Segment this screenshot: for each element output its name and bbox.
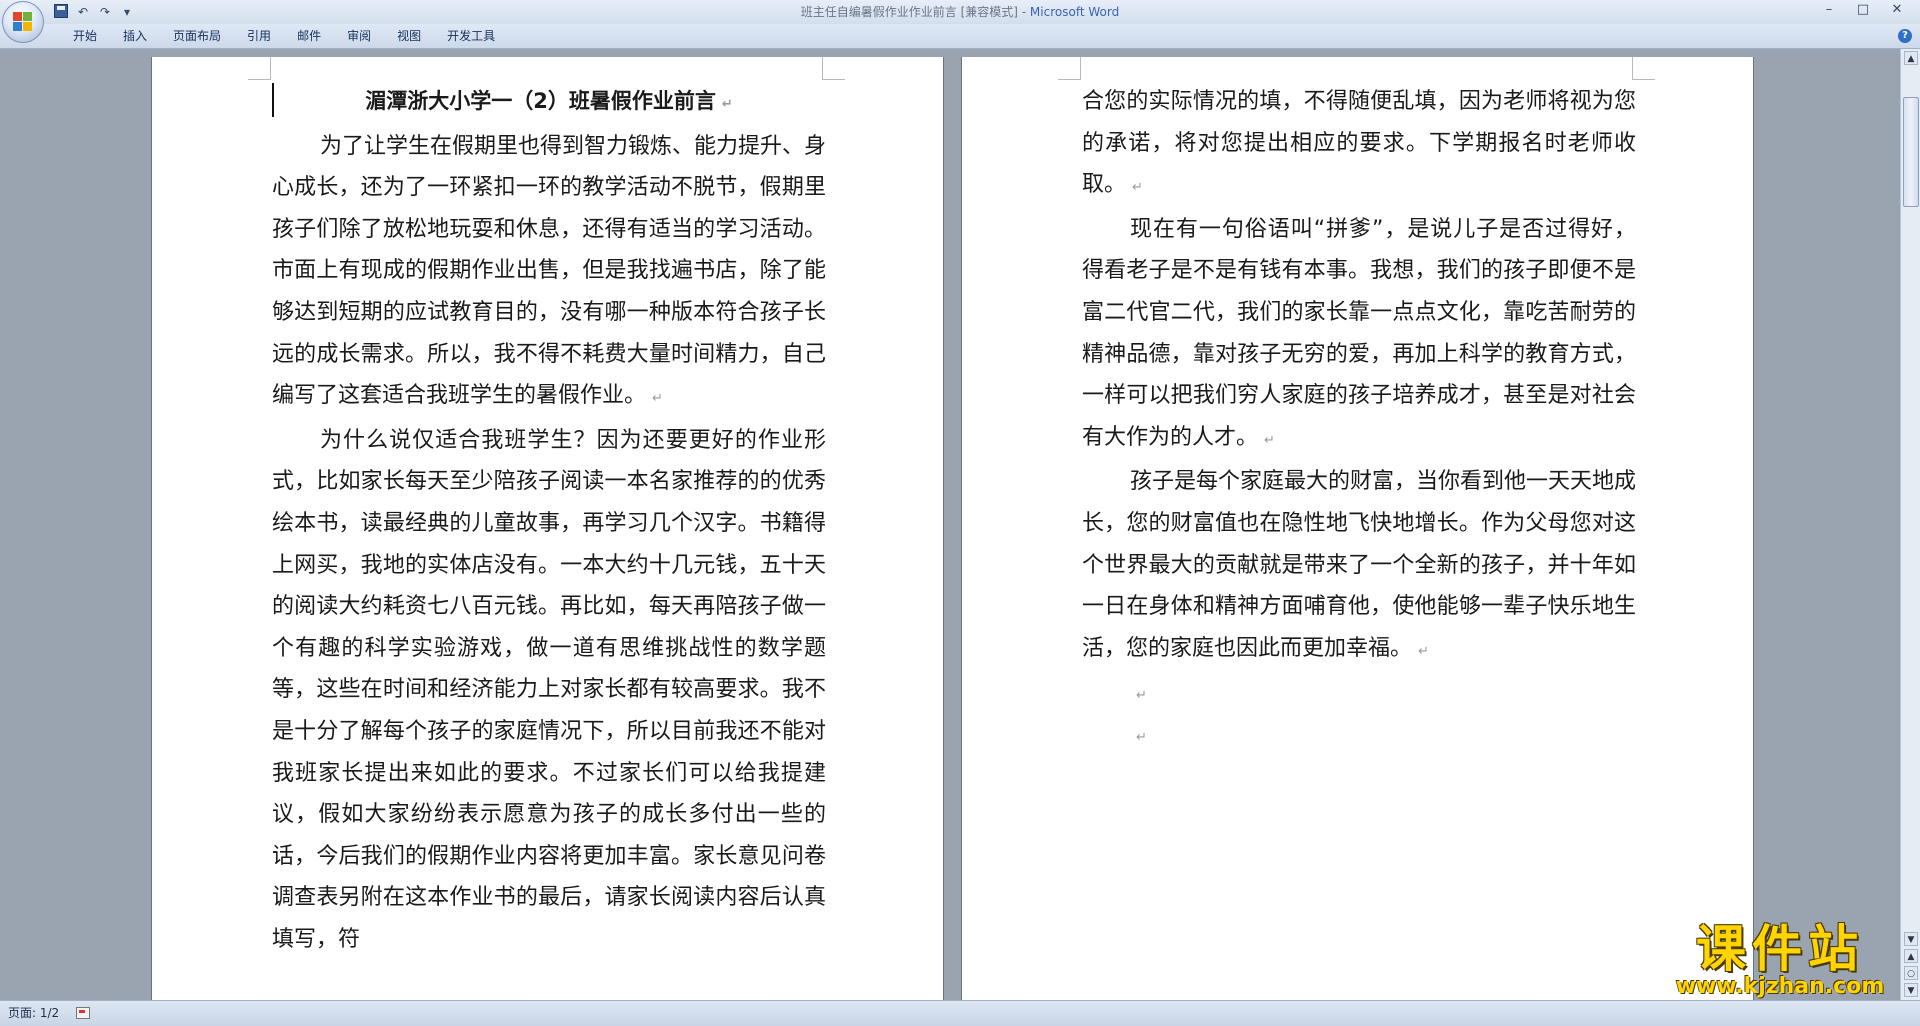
tab-insert[interactable]: 插入 <box>110 24 160 48</box>
tab-mailings[interactable]: 邮件 <box>284 24 334 48</box>
office-button[interactable] <box>2 1 44 43</box>
ribbon-tabs: 开始 插入 页面布局 引用 邮件 审阅 视图 开发工具 ? <box>0 24 1920 49</box>
vertical-scrollbar[interactable]: ▲ ▼ ▲ ○ ▼ <box>1900 49 1920 1000</box>
watermark-title: 课件站 <box>1696 920 1864 978</box>
watermark-url: www.kjzhan.com <box>1675 974 1885 999</box>
document-area[interactable]: 湄潭浙大小学一（2）班暑假作业前言 ↵ 为了让学生在假期里也得到智力锻炼、能力提升… <box>0 49 1900 1000</box>
margin-corner-mark <box>248 57 271 80</box>
paragraph: 现在有一句俗语叫“拼爹”，是说儿子是否过得好，得看老子是不是有钱有本事。我想，我… <box>1082 216 1636 450</box>
tab-references[interactable]: 引用 <box>234 24 284 48</box>
paragraph: 孩子是每个家庭最大的财富，当你看到他一天天地成长，您的财富值也在隐性地飞快地增长… <box>1082 469 1637 661</box>
page-count-indicator[interactable]: 页面: 1/2 <box>8 1001 59 1026</box>
tab-review[interactable]: 审阅 <box>334 24 384 48</box>
paragraph-mark: ↵ <box>721 97 733 112</box>
document-page-1[interactable]: 湄潭浙大小学一（2）班暑假作业前言 ↵ 为了让学生在假期里也得到智力锻炼、能力提升… <box>152 57 943 1000</box>
scroll-down-button[interactable]: ▼ <box>1904 932 1918 946</box>
customize-qat-button[interactable]: ▾ <box>118 5 136 19</box>
title-bar: 班主任自编暑假作业作业前言 [兼容模式] - Microsoft Word ↶ … <box>0 0 1920 24</box>
undo-button[interactable]: ↶ <box>74 5 92 19</box>
next-page-button[interactable]: ▼ <box>1904 983 1918 997</box>
empty-paragraph: ↵ <box>1136 688 1147 704</box>
tab-developer[interactable]: 开发工具 <box>434 24 508 48</box>
minimize-button[interactable]: – <box>1812 0 1846 22</box>
tab-view[interactable]: 视图 <box>384 24 434 48</box>
select-browse-object-button[interactable]: ○ <box>1904 966 1918 980</box>
paragraph: 合您的实际情况的填，不得随便乱填，因为老师将视为您的承诺，将对您提出相应的要求。… <box>1082 89 1636 198</box>
app-name: Microsoft Word <box>1029 5 1120 19</box>
document-title: 班主任自编暑假作业作业前言 [兼容模式] - <box>800 5 1030 19</box>
scroll-thumb[interactable] <box>1903 97 1919 207</box>
scroll-up-button[interactable]: ▲ <box>1904 51 1918 65</box>
paragraph: 为什么说仅适合我班学生？因为还要更好的作业形式，比如家长每天至少陪孩子阅读一本名… <box>272 427 826 952</box>
office-logo-icon <box>13 12 33 32</box>
maximize-button[interactable]: □ <box>1846 0 1880 22</box>
window-title: 班主任自编暑假作业作业前言 [兼容模式] - Microsoft Word <box>0 0 1920 24</box>
quick-access-toolbar: ↶ ↷ ▾ <box>52 3 136 21</box>
paragraph-mark: ↵ <box>652 391 663 407</box>
paragraph: 为了让学生在假期里也得到智力锻炼、能力提升、身心成长，还为了一环紧扣一环的教学活… <box>272 133 827 409</box>
document-heading: 湄潭浙大小学一（2）班暑假作业前言 ↵ <box>365 89 733 113</box>
page-2-body: 合您的实际情况的填，不得随便乱填，因为老师将视为您的承诺，将对您提出相应的要求。… <box>1082 81 1636 756</box>
close-button[interactable]: ✕ <box>1880 0 1914 22</box>
page-1-body: 湄潭浙大小学一（2）班暑假作业前言 ↵ 为了让学生在假期里也得到智力锻炼、能力提升… <box>272 81 826 960</box>
margin-corner-mark <box>822 57 845 80</box>
site-watermark: 课件站 www.kjzhan.com <box>1660 923 1900 999</box>
previous-page-button[interactable]: ▲ <box>1904 949 1918 963</box>
margin-corner-mark <box>1632 57 1655 80</box>
paragraph-mark: ↵ <box>1132 180 1143 196</box>
status-bar: 页面: 1/2 <box>0 1000 1920 1026</box>
document-page-2[interactable]: 合您的实际情况的填，不得随便乱填，因为老师将视为您的承诺，将对您提出相应的要求。… <box>962 57 1753 1000</box>
window-controls: – □ ✕ <box>1812 0 1914 22</box>
empty-paragraph: ↵ <box>1136 729 1147 745</box>
tab-page-layout[interactable]: 页面布局 <box>160 24 234 48</box>
save-icon <box>54 3 68 18</box>
margin-corner-mark <box>1058 57 1081 80</box>
redo-button[interactable]: ↷ <box>96 5 114 19</box>
paragraph-mark: ↵ <box>1264 432 1275 448</box>
tab-home[interactable]: 开始 <box>60 24 110 48</box>
help-icon[interactable]: ? <box>1898 29 1912 43</box>
proofing-icon[interactable] <box>76 1007 90 1019</box>
paragraph-mark: ↵ <box>1418 643 1429 659</box>
save-button[interactable] <box>52 3 70 21</box>
